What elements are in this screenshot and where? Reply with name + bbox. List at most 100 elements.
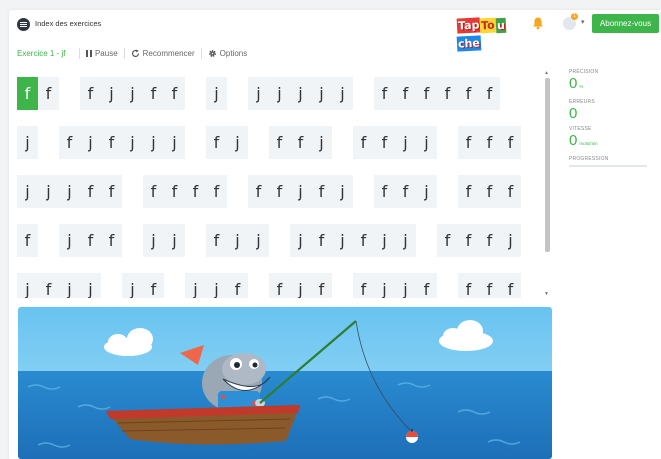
exercise-toolbar: Exercice 1 - jf Pause Recommencer Option… (17, 46, 247, 60)
text-word: ffff (143, 175, 227, 208)
text-character: f (318, 231, 325, 250)
text-character: f (24, 231, 31, 250)
logo-letter: To (480, 17, 497, 34)
errors-value: 0 (569, 105, 578, 122)
text-character: j (172, 133, 177, 152)
text-character: f (276, 133, 283, 152)
text-word: f (17, 224, 38, 257)
text-character: f (465, 280, 472, 298)
text-character: j (25, 133, 30, 152)
text-character: f (234, 280, 241, 298)
text-character: j (130, 84, 135, 103)
text-line: jjjffffffffjfjffjfff (17, 175, 537, 208)
stats-panel: PRÉCISION 0% ERREURS 0 VITESSE 0 mots/min… (569, 69, 649, 167)
speed-unit: mots/min (579, 141, 598, 146)
text-character: f (87, 182, 94, 201)
text-character: j (277, 84, 282, 103)
text-word: jjjff (17, 175, 122, 208)
text-line: jfjfjjjfjffjffjjfff (17, 126, 537, 159)
text-character: j (235, 133, 240, 152)
text-character: j (403, 231, 408, 250)
text-word: jjjjj (248, 77, 353, 110)
text-character: f (360, 280, 367, 298)
text-character: f (507, 182, 514, 201)
text-character: f (381, 182, 388, 201)
scroll-up-icon[interactable]: ▲ (544, 70, 549, 76)
text-character: f (108, 133, 115, 152)
text-character: j (340, 84, 345, 103)
options-label: Options (219, 48, 248, 58)
text-character: f (150, 182, 157, 201)
text-character: f (444, 84, 451, 103)
text-line: jfjjjfjjffjffjjffff (17, 273, 537, 298)
pause-button[interactable]: Pause (86, 48, 118, 58)
text-character: j (88, 133, 93, 152)
text-character: f (507, 133, 514, 152)
text-character: f (171, 182, 178, 201)
subscribe-button[interactable]: Abonnez-vous (592, 14, 659, 33)
text-character: j (403, 133, 408, 152)
errors-label: ERREURS (569, 99, 595, 105)
text-character: f (465, 231, 472, 250)
text-character: f (507, 280, 514, 298)
pause-icon (86, 49, 92, 57)
restart-button[interactable]: Recommencer (131, 49, 195, 58)
text-character: f (486, 182, 493, 201)
text-character: f (213, 133, 220, 152)
speed-value: 0 mots/min (569, 133, 649, 152)
restart-label: Recommencer (142, 48, 195, 58)
text-character: f (213, 231, 220, 250)
text-character: j (298, 231, 303, 250)
text-character: f (465, 182, 472, 201)
speed-number: 0 (569, 132, 578, 149)
text-word: j (17, 126, 38, 159)
text-character: j (340, 182, 345, 201)
typing-text-area[interactable]: fffjjffjjjjjjffffffjfjfjjjfjffjffjjfffjj… (17, 69, 552, 298)
exercise-title: Exercice 1 - jf (17, 48, 66, 58)
text-character: f (213, 182, 220, 201)
text-word: fjfjjj (59, 126, 185, 159)
toolbar-divider (123, 47, 125, 59)
text-character: f (360, 231, 367, 250)
text-character: j (172, 231, 177, 250)
logo-letter: che (456, 35, 482, 52)
menu-icon[interactable] (17, 18, 30, 31)
text-character: j (256, 84, 261, 103)
text-word: jff (59, 224, 122, 257)
bell-icon[interactable] (531, 16, 545, 30)
precision-label: PRÉCISION (569, 69, 599, 75)
text-character: f (150, 280, 157, 298)
text-character: f (318, 280, 325, 298)
text-character: j (298, 84, 303, 103)
text-character: j (25, 182, 30, 201)
logo-letter: u (495, 17, 507, 34)
text-character: j (319, 84, 324, 103)
taptouche-logo[interactable]: TapTouche (456, 16, 515, 52)
scroll-down-icon[interactable]: ▼ (544, 291, 549, 297)
text-character: j (151, 133, 156, 152)
text-character: f (87, 84, 94, 103)
text-word: jfjfjj (290, 224, 416, 257)
text-character: f (465, 84, 472, 103)
scrollbar-thumb[interactable] (545, 78, 550, 252)
exercise-index-link[interactable]: Index des exercices (35, 19, 101, 28)
text-word: ffjfj (248, 175, 353, 208)
text-word: fjj (206, 224, 269, 257)
speed-label: VITESSE (569, 126, 592, 132)
text-scrollbar[interactable]: ▲ ▼ (543, 70, 551, 297)
text-character: f (402, 182, 409, 201)
text-character: j (319, 133, 324, 152)
text-word: ffjj (353, 126, 437, 159)
text-word: j (206, 77, 227, 110)
text-character: j (403, 280, 408, 298)
pause-label: Pause (94, 48, 118, 58)
text-word: ffj (269, 126, 332, 159)
text-word: fff (458, 273, 521, 298)
text-character: j (424, 133, 429, 152)
chevron-down-icon[interactable]: ▾ (581, 18, 585, 26)
text-character: j (109, 84, 114, 103)
text-word: jfjj (17, 273, 101, 298)
text-word: fff (458, 175, 521, 208)
options-button[interactable]: Options (208, 48, 248, 58)
text-character: f (465, 133, 472, 152)
